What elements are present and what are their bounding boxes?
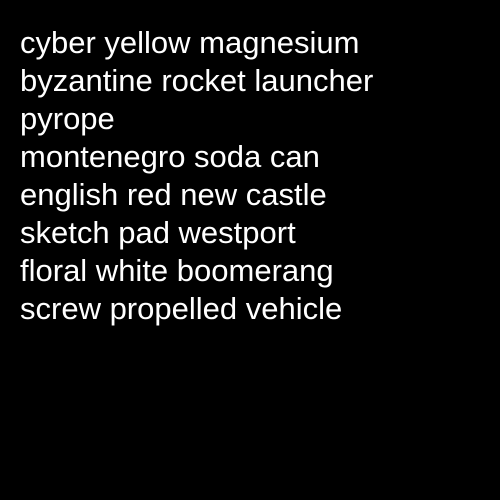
- text-line: cyber yellow magnesium: [20, 25, 360, 60]
- text-canvas: cyber yellow magnesium byzantine rocket …: [0, 0, 500, 500]
- text-line: byzantine rocket launcher: [20, 63, 374, 98]
- text-line: floral white boomerang: [20, 253, 334, 288]
- text-line: sketch pad westport: [20, 215, 296, 250]
- text-line: pyrope: [20, 101, 115, 136]
- text-line: montenegro soda can: [20, 139, 320, 174]
- text-line: english red new castle: [20, 177, 327, 212]
- text-line: screw propelled vehicle: [20, 291, 343, 326]
- text-list: cyber yellow magnesium byzantine rocket …: [20, 24, 373, 328]
